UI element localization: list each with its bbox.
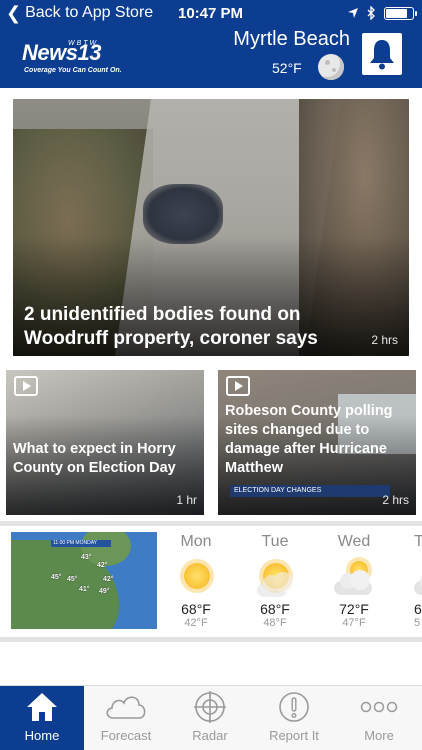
story-card-robeson-polling[interactable]: Robeson County polling sites changed due… [218, 370, 416, 515]
news13-logo: News13 WBTW Coverage You Can Count On. [22, 40, 132, 80]
battery-level [386, 8, 407, 18]
app-header: ❮ Back to App Store 10:47 PM News13 WBTW… [0, 0, 422, 88]
forecast-low: 42°F [184, 617, 208, 629]
back-to-app-store-link[interactable]: ❮ Back to App Store [6, 4, 153, 22]
tab-label: Report It [269, 728, 319, 743]
story-age: 2 hrs [382, 493, 409, 507]
tab-forecast[interactable]: Forecast [84, 686, 168, 750]
story-title: Robeson County polling sites changed due… [225, 403, 393, 476]
forecast-low: 5 [414, 617, 421, 629]
chevron-left-icon: ❮ [6, 3, 22, 23]
tab-more[interactable]: More [336, 686, 422, 750]
forecast-day-mon[interactable]: Mon 68°F 42°F [166, 533, 226, 629]
radar-icon [168, 686, 252, 728]
weather-map-thumbnail[interactable]: 11:00 PM MONDAY 43° 42° 45° 42° 41° 45° … [11, 532, 157, 629]
tab-label: More [364, 728, 394, 743]
map-temp: 45° [67, 576, 78, 583]
forecast-day-name: Wed [337, 533, 371, 550]
logo-call-sign: WBTW [68, 40, 99, 47]
forecast-day-partial[interactable]: T 6 5 [394, 533, 422, 629]
tab-report-it[interactable]: Report It [252, 686, 336, 750]
map-temp: 42° [103, 576, 114, 583]
section-divider [0, 637, 422, 642]
play-icon [226, 376, 250, 396]
story-card-horry-election[interactable]: What to expect in Horry County on Electi… [6, 370, 204, 515]
more-icon [336, 686, 422, 728]
tab-radar[interactable]: Radar [168, 686, 252, 750]
forecast-low: 47°F [342, 617, 366, 629]
bottom-tab-bar: Home Forecast Radar Report It More [0, 685, 422, 750]
tab-label: Radar [192, 728, 228, 743]
tab-home[interactable]: Home [0, 686, 84, 750]
forecast-day-wed[interactable]: Wed 72°F 47°F [324, 533, 384, 629]
sunny-icon [255, 559, 295, 597]
home-icon [0, 686, 84, 728]
tab-label: Home [24, 728, 60, 743]
tab-label: Forecast [100, 728, 152, 743]
forecast-high: 6 [414, 601, 422, 617]
partly-cloudy-icon [334, 559, 374, 595]
sunny-icon [176, 559, 216, 595]
bluetooth-icon [367, 6, 375, 20]
forecast-high: 68°F [181, 601, 211, 617]
status-time: 10:47 PM [178, 5, 244, 22]
hero-story-title: 2 unidentified bodies found on Woodruff … [24, 304, 318, 349]
bell-icon [370, 40, 394, 70]
story-title: What to expect in Horry County on Electi… [13, 441, 176, 476]
forecast-high: 72°F [339, 601, 369, 617]
alerts-button[interactable] [362, 33, 402, 75]
forecast-day-name: Mon [180, 533, 212, 550]
story-age: 1 hr [176, 493, 197, 507]
forecast-day-name: T [414, 533, 422, 550]
section-divider [0, 521, 422, 526]
forecast-day-name: Tue [261, 533, 289, 550]
map-temp: 41° [79, 586, 90, 593]
location-city[interactable]: Myrtle Beach [233, 28, 350, 51]
logo-tagline: Coverage You Can Count On. [24, 67, 122, 74]
location-arrow-icon [348, 8, 358, 18]
forecast-day-tue[interactable]: Tue 68°F 48°F [245, 533, 305, 629]
map-temp: 43° [81, 554, 92, 561]
story-image-banner: ELECTION DAY CHANGES [230, 485, 390, 497]
alert-icon [252, 686, 336, 728]
battery-icon [384, 6, 417, 20]
hero-image-crowd [143, 184, 223, 244]
hero-story-age: 2 hrs [371, 333, 398, 347]
back-label: Back to App Store [25, 4, 154, 21]
moon-icon [318, 54, 344, 80]
status-icons [347, 6, 417, 20]
map-time-label: 11:00 PM MONDAY [51, 540, 111, 547]
forecast-high: 68°F [260, 601, 290, 617]
play-icon [14, 376, 38, 396]
cloud-icon [84, 686, 168, 728]
current-temperature: 52°F [272, 60, 302, 76]
partly-cloudy-icon [414, 559, 422, 595]
hero-story[interactable]: 2 unidentified bodies found on Woodruff … [13, 99, 409, 356]
map-temp: 49° [99, 588, 110, 595]
forecast-low: 48°F [263, 617, 287, 629]
status-bar: ❮ Back to App Store 10:47 PM [0, 0, 422, 28]
map-temp: 42° [97, 562, 108, 569]
map-temp: 45° [51, 574, 62, 581]
